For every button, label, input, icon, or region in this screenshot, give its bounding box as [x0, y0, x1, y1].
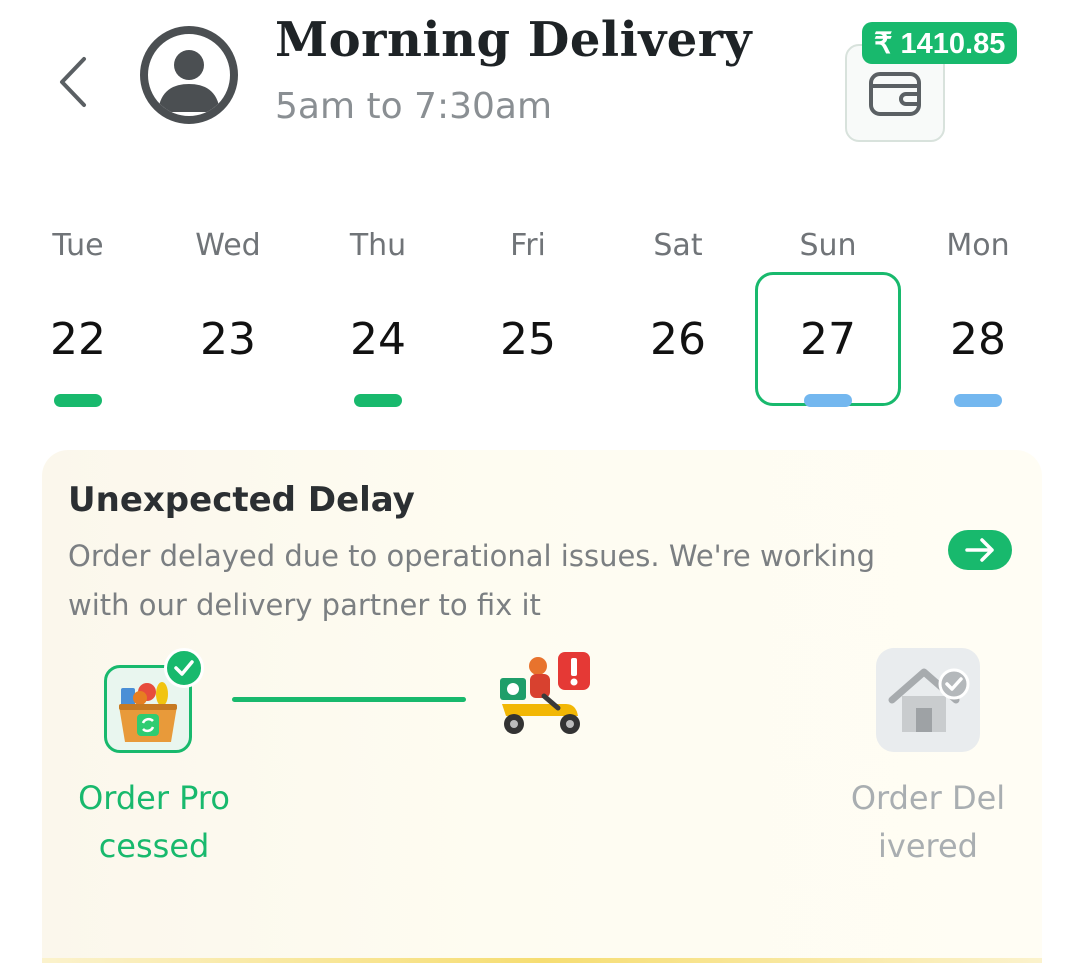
- day-date: 26: [650, 314, 706, 365]
- day-name: Wed: [195, 228, 261, 263]
- day-name: Thu: [349, 228, 407, 263]
- day-thu-24[interactable]: Thu 24: [308, 228, 448, 418]
- user-avatar-icon[interactable]: [140, 26, 238, 124]
- step-order-processed-label: Order Processed: [78, 779, 230, 865]
- delay-title: Unexpected Delay: [68, 480, 415, 520]
- day-name: Mon: [946, 228, 1010, 263]
- day-sun-27[interactable]: Sun 27: [758, 228, 898, 418]
- wallet-icon: [869, 72, 921, 116]
- day-date: 22: [50, 314, 106, 365]
- day-name: Sun: [799, 228, 857, 263]
- chevron-left-icon: [60, 57, 86, 107]
- day-sat-26[interactable]: Sat 26: [608, 228, 748, 418]
- page-title: Morning Delivery: [275, 12, 752, 68]
- delivery-marker: [354, 394, 402, 407]
- delay-description: Order delayed due to operational issues.…: [68, 539, 876, 622]
- delivery-scooter-alert-icon: [496, 650, 592, 742]
- day-date: 23: [200, 314, 256, 365]
- delay-details-button[interactable]: [948, 530, 1012, 570]
- day-wed-23[interactable]: Wed 23: [158, 228, 298, 418]
- check-icon: [164, 648, 204, 688]
- card-bottom-accent: [42, 958, 1042, 963]
- day-fri-25[interactable]: Fri 25: [458, 228, 598, 418]
- day-name: Tue: [52, 228, 104, 263]
- progress-line: [232, 697, 466, 702]
- day-date: 25: [500, 314, 556, 365]
- scheduled-marker: [804, 394, 852, 407]
- delivery-marker: [54, 394, 102, 407]
- day-mon-28[interactable]: Mon 28: [908, 228, 1048, 418]
- day-date: 24: [350, 314, 406, 365]
- day-date: 27: [800, 314, 856, 365]
- back-button[interactable]: [50, 52, 94, 112]
- day-date: 28: [950, 314, 1006, 365]
- scheduled-marker: [954, 394, 1002, 407]
- day-name: Fri: [510, 228, 546, 263]
- wallet-balance-badge[interactable]: ₹ 1410.85: [862, 22, 1018, 64]
- day-tue-22[interactable]: Tue 22: [8, 228, 148, 418]
- step-order-delivered-label: Order Delivered: [850, 779, 1006, 865]
- delivery-slot-time: 5am to 7:30am: [275, 86, 553, 127]
- house-check-icon: [876, 648, 980, 752]
- day-name: Sat: [653, 228, 703, 263]
- arrow-right-icon: [965, 538, 994, 562]
